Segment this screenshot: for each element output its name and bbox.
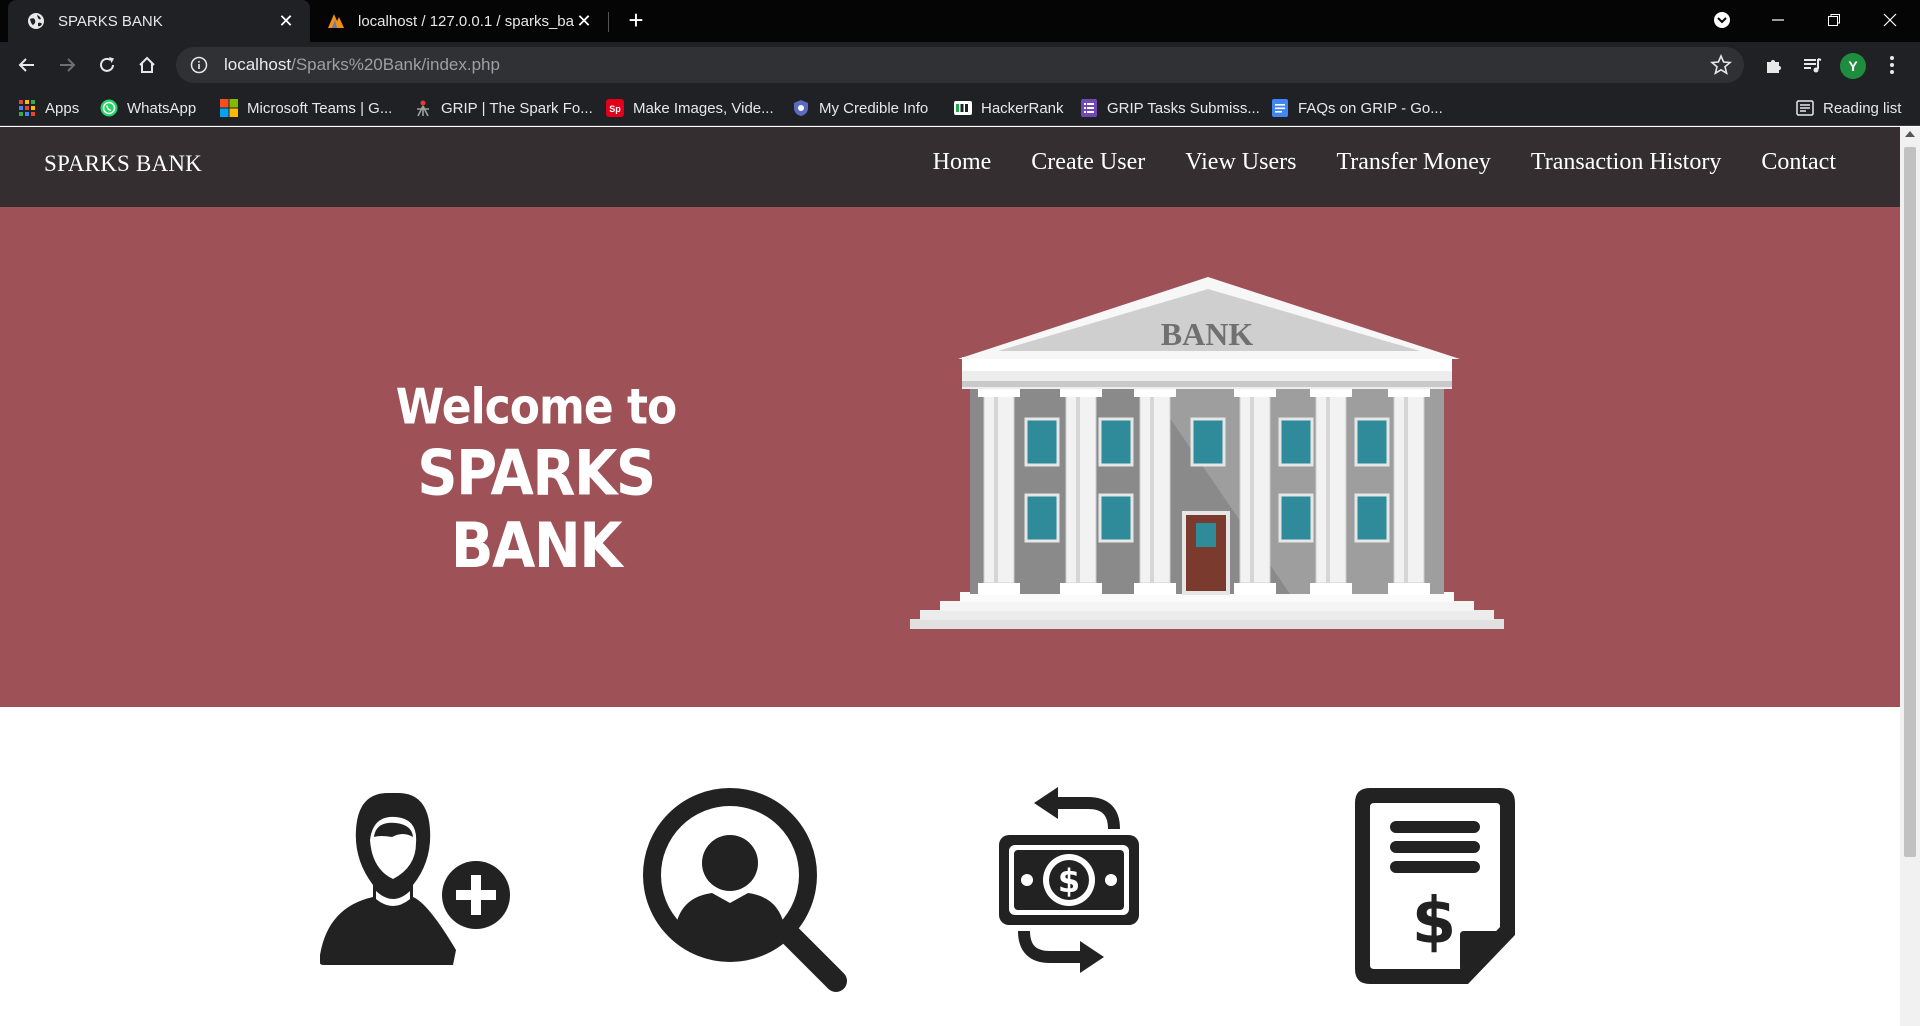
transaction-receipt-icon[interactable]: $ — [1352, 785, 1518, 987]
bookmark-make-images[interactable]: Sp Make Images, Vide... — [606, 97, 774, 119]
whatsapp-icon — [100, 99, 118, 117]
bookmark-label: Apps — [45, 99, 80, 117]
site-navbar: SPARKS BANK Home Create User View Users … — [0, 127, 1900, 207]
tab-title: localhost / 127.0.0.1 / sparks_bar — [358, 12, 574, 30]
bookmark-apps[interactable]: Apps — [18, 97, 79, 119]
tab-phpmyadmin[interactable]: localhost / 127.0.0.1 / sparks_bar ✕ — [318, 0, 606, 42]
window-close-icon[interactable] — [1862, 0, 1918, 40]
bookmark-label: Microsoft Teams | G... — [247, 99, 393, 117]
spark-adobe-icon: Sp — [606, 99, 624, 117]
credible-info-icon — [794, 100, 808, 116]
browser-tab-strip: SPARKS BANK ✕ localhost / 127.0.0.1 / sp… — [0, 0, 1920, 42]
bookmark-label: GRIP | The Spark Fo... — [441, 99, 593, 117]
scrollbar-thumb[interactable] — [1904, 147, 1916, 857]
nav-link-create-user[interactable]: Create User — [1031, 149, 1145, 176]
search-user-icon[interactable] — [640, 785, 850, 995]
google-docs-icon — [1272, 99, 1288, 117]
reading-list-button[interactable]: Reading list — [1796, 97, 1901, 119]
svg-text:Sp: Sp — [609, 104, 621, 114]
menu-dots-icon[interactable] — [1880, 53, 1904, 77]
minimize-icon[interactable] — [1750, 0, 1806, 40]
bookmark-label: Make Images, Vide... — [633, 99, 774, 117]
bookmark-star-icon[interactable] — [1710, 54, 1732, 76]
media-queue-icon[interactable] — [1800, 53, 1824, 77]
tab-separator — [608, 12, 609, 32]
close-icon[interactable]: ✕ — [574, 11, 594, 31]
close-icon[interactable]: ✕ — [276, 11, 296, 31]
globe-icon — [28, 13, 44, 29]
nav-link-transfer-money[interactable]: Transfer Money — [1336, 149, 1490, 176]
bookmark-hackerrank[interactable]: HackerRank — [954, 97, 1064, 119]
hackerrank-icon — [954, 101, 972, 115]
profile-avatar[interactable]: Y — [1840, 53, 1866, 79]
nav-link-contact[interactable]: Contact — [1761, 149, 1836, 176]
bookmark-label: FAQs on GRIP - Go... — [1298, 99, 1443, 117]
bookmark-grip-spark-foundation[interactable]: GRIP | The Spark Fo... — [414, 97, 593, 119]
bookmark-label: My Credible Info — [819, 99, 929, 117]
apps-grid-icon — [19, 100, 35, 116]
site-brand[interactable]: SPARKS BANK — [44, 151, 202, 177]
hero-welcome-text: Welcome to SPARKS BANK — [346, 378, 726, 583]
back-arrow-icon[interactable] — [13, 51, 41, 79]
url-text: localhost/Sparks%20Bank/index.php — [224, 55, 500, 74]
extensions-puzzle-icon[interactable] — [1762, 53, 1786, 77]
svg-text:$: $ — [1412, 885, 1457, 959]
nav-link-transaction-history[interactable]: Transaction History — [1531, 149, 1721, 176]
page-viewport: SPARKS BANK Home Create User View Users … — [0, 127, 1900, 1026]
svg-text:$: $ — [1058, 862, 1080, 900]
bookmark-label: WhatsApp — [127, 99, 197, 117]
phpmyadmin-icon — [328, 14, 344, 28]
browser-toolbar: localhost/Sparks%20Bank/index.php — [0, 42, 1920, 88]
reading-list-icon — [1796, 100, 1814, 116]
bookmark-whatsapp[interactable]: WhatsApp — [100, 97, 196, 119]
bookmark-grip-tasks-submission[interactable]: GRIP Tasks Submiss... — [1080, 97, 1260, 119]
tab-search-icon[interactable] — [1694, 0, 1750, 40]
bookmarks-bar: Apps WhatsApp Microsoft Teams | G... GRI… — [0, 88, 1920, 126]
bookmark-label: HackerRank — [981, 99, 1064, 117]
scroll-up-arrow-icon[interactable] — [1905, 131, 1915, 137]
bookmark-microsoft-teams[interactable]: Microsoft Teams | G... — [220, 97, 392, 119]
tab-title: SPARKS BANK — [58, 12, 163, 30]
reading-list-label: Reading list — [1823, 99, 1902, 117]
bookmark-faqs-on-grip[interactable]: FAQs on GRIP - Go... — [1271, 97, 1443, 119]
bank-building-illustration: BANK — [910, 277, 1504, 629]
new-tab-plus-icon[interactable]: + — [623, 7, 649, 34]
address-bar[interactable]: localhost/Sparks%20Bank/index.php — [176, 47, 1744, 83]
site-info-icon[interactable] — [190, 56, 208, 74]
restore-icon[interactable] — [1806, 0, 1862, 40]
spark-foundation-icon — [417, 100, 429, 117]
money-transfer-icon[interactable]: $ — [994, 785, 1144, 975]
bookmark-label: GRIP Tasks Submiss... — [1107, 99, 1260, 117]
tab-sparks-bank[interactable]: SPARKS BANK ✕ — [8, 0, 310, 42]
bookmark-my-credible-info[interactable]: My Credible Info — [792, 97, 928, 119]
forward-arrow-icon[interactable] — [53, 51, 81, 79]
hero-welcome-line: Welcome to — [395, 378, 677, 437]
microsoft-icon — [220, 99, 238, 117]
hero-bank-name: SPARKS BANK — [417, 437, 656, 583]
google-forms-icon — [1081, 99, 1097, 117]
reload-icon[interactable] — [93, 51, 121, 79]
hero-banner: Welcome to SPARKS BANK BANK — [0, 207, 1900, 707]
home-icon[interactable] — [133, 51, 161, 79]
add-user-icon[interactable] — [318, 785, 518, 975]
page-scrollbar[interactable] — [1900, 127, 1920, 1026]
nav-link-home[interactable]: Home — [933, 149, 992, 176]
site-nav-links: Home Create User View Users Transfer Mon… — [933, 149, 1836, 176]
nav-link-view-users[interactable]: View Users — [1185, 149, 1296, 176]
bank-sign: BANK — [1161, 316, 1254, 352]
